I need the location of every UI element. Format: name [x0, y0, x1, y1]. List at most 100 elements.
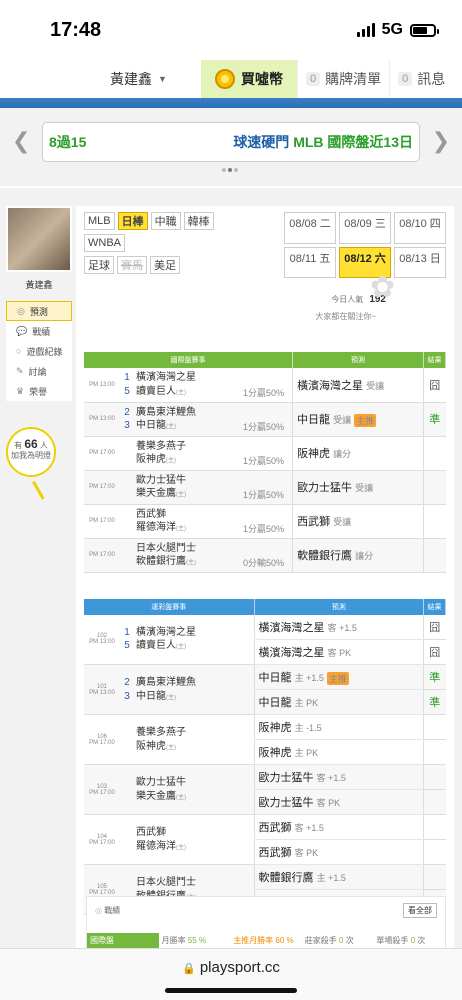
lock-icon: 🔒 [182, 963, 196, 975]
table-row[interactable]: 101 PM 13:00 2 3 廣島東洋鯉魚 中日龍(主) 中日龍 主 +1.5 主推準 [84, 664, 446, 715]
chevron-left-icon[interactable]: ❮ [12, 128, 30, 154]
view-all-button[interactable]: 看全部 [403, 903, 437, 918]
match-numbers [120, 814, 134, 865]
date-0808[interactable]: 08/08 二 [284, 212, 336, 244]
chevron-right-icon[interactable]: ❯ [432, 128, 450, 154]
prediction[interactable]: 阪神虎 讓分 [292, 436, 424, 471]
match-time: PM 17:00 [84, 436, 120, 471]
avatar[interactable] [6, 206, 72, 272]
sidebar-item-discuss[interactable]: ✎ 討論 [6, 361, 72, 381]
table-row[interactable]: 103 PM 17:00 歐力士猛牛 樂天金鷹(主) 歐力士猛牛 客 +1.5 [84, 764, 446, 815]
table-row[interactable]: 106 PM 17:00 養樂多燕子 阪神虎(主) 阪神虎 主 -1.5 [84, 714, 446, 765]
ticker-box[interactable]: 8過15 球速硬門 MLB 國際盤近13日 [42, 122, 420, 162]
league-kbo[interactable]: 韓棒 [183, 212, 214, 230]
user-name: 黃建鑫 [110, 71, 153, 87]
away-team: 西武獅 [136, 508, 166, 520]
prediction[interactable]: 阪神虎 主 -1.5 [253, 714, 424, 740]
table-row[interactable]: PM 17:00 西武獅 羅德海洋(主) 1分贏50% 西武獅 受讓 [84, 504, 446, 539]
table-row[interactable]: 105PM 17:00日本火腿鬥士軟體銀行鷹(主)軟體銀行鷹 主 +1.5 [84, 864, 446, 915]
league-nfl[interactable]: 美足 [150, 256, 180, 274]
prediction[interactable]: 中日龍 主 +1.5 主推 [253, 664, 424, 690]
prediction-type: 客 +1.5 [327, 622, 357, 633]
prediction[interactable]: 軟體銀行鷹 讓分 [292, 538, 424, 573]
home-team: 軟體銀行鷹(主) [136, 556, 196, 567]
home-marker: (主) [176, 492, 186, 498]
match-time: 104 PM 17:00 [84, 814, 120, 865]
bulb-icon [32, 474, 56, 500]
prediction[interactable]: 西武獅 受讓 [292, 504, 424, 539]
league-cpbl[interactable]: 中職 [150, 212, 181, 230]
away-team: 廣島東洋鯉魚 [136, 677, 196, 688]
prediction[interactable]: 歐力士猛牛 受讓 [292, 470, 424, 505]
network-label: 5G [381, 21, 403, 38]
cart-link[interactable]: 0 購牌清單 [297, 60, 389, 98]
filters: MLB 日棒 中職 韓棒 WNBA 足球 賽馬 美足 08/08 二 08/09… [84, 212, 446, 278]
circle-icon: ○ [16, 346, 22, 356]
buy-coins-button[interactable]: 買噓幣 [201, 60, 297, 98]
prediction[interactable]: 阪神虎 主 PK [253, 739, 424, 765]
match-numbers: 23 [120, 664, 134, 715]
url-bar[interactable]: 🔒 playsport.cc [0, 948, 462, 1000]
sidebar-item-predict[interactable]: ◎ 預測 [6, 301, 72, 321]
sidebar-item-history[interactable]: ○ 遊戲紀錄 [6, 341, 72, 361]
table-row[interactable]: 102 PM 13:00 1 5 橫濱海灣之星 讀賣巨人(主) 橫濱海灣之星 客 +1.5 囧 [84, 614, 446, 665]
match-numbers [120, 504, 134, 539]
table-row[interactable]: PM 17:00 歐力士猛牛 樂天金鷹(主) 1分贏50% 歐力士猛牛 受讓 [84, 470, 446, 505]
table-row[interactable]: PM 13:00 2 3 廣島東洋鯉魚 中日龍(主) 1分贏50% 中日龍 受讓 主推準 [84, 402, 446, 437]
intl-header-result: 結果 [423, 352, 446, 368]
prediction-type: 客 PK [327, 648, 352, 658]
battery-icon [410, 23, 439, 37]
prediction[interactable]: 中日龍 主 PK [253, 689, 424, 715]
prediction[interactable]: 橫濱海灣之星 受讓 [292, 368, 424, 403]
team-number: 1 [124, 372, 130, 384]
date-0810[interactable]: 08/10 四 [394, 212, 446, 244]
league-soccer[interactable]: 足球 [84, 256, 114, 274]
prediction[interactable]: 橫濱海灣之星 客 PK [253, 639, 424, 665]
prediction[interactable]: 中日龍 受讓 主推 [292, 402, 424, 437]
table-row[interactable]: PM 17:00 養樂多燕子 阪神虎(主) 1分贏50% 阪神虎 讓分 [84, 436, 446, 471]
messages-link[interactable]: 0 訊息 [389, 60, 453, 98]
league-mlb[interactable]: MLB [84, 212, 115, 230]
main-pick-badge: 主推 [326, 671, 349, 685]
sidebar-item-honor[interactable]: ♛ 荣譽 [6, 381, 72, 401]
match-time: PM 13:00 [84, 368, 120, 403]
home-marker: (主) [176, 794, 186, 801]
prediction-type: 受讓 [355, 483, 374, 493]
table-row[interactable]: PM 13:00 1 5 橫濱海灣之星 讀賣巨人(主) 1分贏50% 橫濱海灣之星 受讓囧 [84, 368, 446, 403]
target-icon: ◎ [17, 305, 25, 316]
table-row[interactable]: PM 17:00 日本火腿鬥士 軟體銀行鷹(主) 0分輸50% 軟體銀行鷹 讓分 [84, 538, 446, 573]
user-menu[interactable]: 黃建鑫 ▼ [76, 60, 201, 98]
url-text: playsport.cc [199, 959, 280, 976]
record-panel: ◎ 戰績 看全部 國際盤 月勝率 55 % 主推月勝率 60 % 莊家殺手 0 … [86, 896, 446, 951]
prediction-type: 客 PK [316, 798, 341, 808]
match-teams: 西武獅 羅德海洋(主) [134, 504, 223, 539]
date-filter: 08/08 二 08/09 三 08/10 四 08/11 五 08/12 六 … [276, 212, 446, 278]
result: 準 [423, 664, 446, 690]
match-odds: 1分贏50% [222, 470, 293, 505]
prediction[interactable]: 西武獅 客 +1.5 [253, 814, 424, 840]
follower-bulb[interactable]: 有 66 人 加我為明燈 [6, 427, 56, 500]
record-tab-intl[interactable]: 國際盤 [87, 933, 159, 948]
decoration-icon: ✿ [370, 271, 396, 304]
profile-sidebar: 黃建鑫 ◎ 預測 💬 戰績 ○ 遊戲紀錄 ✎ 討論 ♛ 荣譽 有 66 人 加我為明燈 [6, 206, 72, 500]
result: 囧 [423, 639, 446, 665]
match-numbers: 15 [120, 368, 134, 403]
prediction[interactable]: 西武獅 客 PK [253, 839, 424, 865]
away-team: 橫濱海灣之星 [136, 626, 196, 638]
league-wnba[interactable]: WNBA [84, 234, 125, 252]
prediction[interactable]: 軟體銀行鷹 主 +1.5 [253, 864, 424, 890]
prediction-type: 主 +1.5 [294, 673, 324, 683]
home-team: 讀賣巨人(主) [136, 385, 186, 397]
prediction[interactable]: 歐力士猛牛 客 PK [253, 789, 424, 815]
result [423, 436, 446, 471]
away-team: 養樂多燕子 [136, 727, 186, 738]
sidebar-item-record[interactable]: 💬 戰績 [6, 321, 72, 341]
date-0811[interactable]: 08/11 五 [284, 246, 336, 278]
result [423, 504, 446, 539]
prediction[interactable]: 歐力士猛牛 客 +1.5 [253, 764, 424, 790]
date-0809[interactable]: 08/09 三 [339, 212, 391, 244]
match-time: 103 PM 17:00 [84, 764, 120, 815]
table-row[interactable]: 104 PM 17:00 西武獅 羅德海洋(主) 西武獅 客 +1.5 [84, 814, 446, 865]
league-npb[interactable]: 日棒 [117, 212, 148, 230]
prediction[interactable]: 橫濱海灣之星 客 +1.5 [253, 614, 424, 640]
